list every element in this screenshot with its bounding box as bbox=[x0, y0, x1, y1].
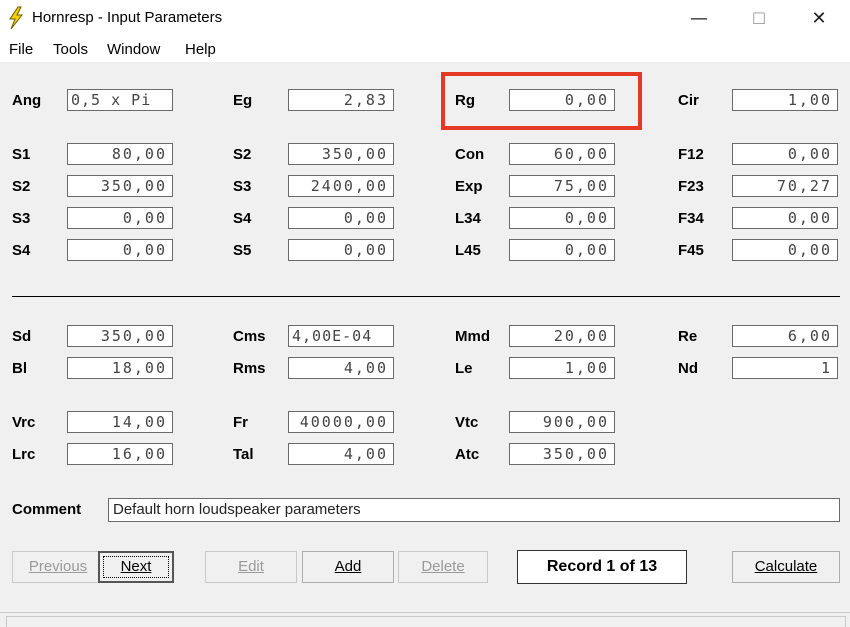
param-field-atc[interactable]: 350,00 bbox=[509, 443, 615, 465]
param-field-vtc[interactable]: 900,00 bbox=[509, 411, 615, 433]
param-field-s4-b[interactable]: 0,00 bbox=[67, 239, 173, 261]
param-field-vrc[interactable]: 14,00 bbox=[67, 411, 173, 433]
status-bar bbox=[0, 612, 850, 627]
param-label-atc: Atc bbox=[455, 446, 480, 463]
close-button[interactable]: ✕ bbox=[796, 0, 842, 36]
param-label-cms: Cms bbox=[233, 328, 266, 345]
param-label-fr: Fr bbox=[233, 414, 248, 431]
calculate-button[interactable]: Calculate bbox=[732, 551, 840, 583]
next-button[interactable]: Next bbox=[98, 551, 174, 583]
param-field-f34[interactable]: 0,00 bbox=[732, 207, 838, 229]
param-label-vrc: Vrc bbox=[12, 414, 36, 431]
status-panel bbox=[6, 616, 846, 627]
param-field-s1[interactable]: 80,00 bbox=[67, 143, 173, 165]
param-field-sd[interactable]: 350,00 bbox=[67, 325, 173, 347]
param-field-s2-a[interactable]: 350,00 bbox=[288, 143, 394, 165]
param-label-le: Le bbox=[455, 360, 473, 377]
param-field-bl[interactable]: 18,00 bbox=[67, 357, 173, 379]
menu-tools[interactable]: Tools bbox=[53, 41, 88, 58]
param-label-f23: F23 bbox=[678, 178, 704, 195]
previous-button[interactable]: Previous bbox=[12, 551, 104, 583]
record-indicator: Record 1 of 13 bbox=[517, 550, 687, 584]
menu-help[interactable]: Help bbox=[185, 41, 216, 58]
param-field-f45[interactable]: 0,00 bbox=[732, 239, 838, 261]
param-field-s2-b[interactable]: 350,00 bbox=[67, 175, 173, 197]
param-label-s5: S5 bbox=[233, 242, 252, 259]
param-label-tal: Tal bbox=[233, 446, 254, 463]
param-label-s3-a: S3 bbox=[233, 178, 252, 195]
param-label-l34: L34 bbox=[455, 210, 481, 227]
param-field-l34[interactable]: 0,00 bbox=[509, 207, 615, 229]
param-label-f34: F34 bbox=[678, 210, 704, 227]
param-field-exp[interactable]: 75,00 bbox=[509, 175, 615, 197]
param-field-nd[interactable]: 1 bbox=[732, 357, 838, 379]
param-field-s3-a[interactable]: 2400,00 bbox=[288, 175, 394, 197]
param-label-ang: Ang bbox=[12, 92, 42, 109]
param-field-s3-b[interactable]: 0,00 bbox=[67, 207, 173, 229]
param-label-s4-b: S4 bbox=[12, 242, 31, 259]
minimize-button[interactable]: — bbox=[676, 0, 722, 36]
param-field-fr[interactable]: 40000,00 bbox=[288, 411, 394, 433]
param-field-l45[interactable]: 0,00 bbox=[509, 239, 615, 261]
param-label-nd: Nd bbox=[678, 360, 698, 377]
previous-button-label: Previous bbox=[28, 558, 88, 575]
param-field-eg[interactable]: 2,83 bbox=[288, 89, 394, 111]
param-label-f45: F45 bbox=[678, 242, 704, 259]
param-label-cir: Cir bbox=[678, 92, 699, 109]
param-label-s2-a: S2 bbox=[233, 146, 252, 163]
param-label-vtc: Vtc bbox=[455, 414, 479, 431]
comment-input[interactable]: Default horn loudspeaker parameters bbox=[108, 498, 840, 522]
param-field-lrc[interactable]: 16,00 bbox=[67, 443, 173, 465]
param-label-l45: L45 bbox=[455, 242, 481, 259]
param-label-s1: S1 bbox=[12, 146, 31, 163]
add-button-label: Add bbox=[334, 558, 362, 575]
param-field-re[interactable]: 6,00 bbox=[732, 325, 838, 347]
edit-button-label: Edit bbox=[238, 558, 264, 575]
comment-label: Comment bbox=[12, 501, 82, 518]
param-label-s3-b: S3 bbox=[12, 210, 31, 227]
param-label-mmd: Mmd bbox=[455, 328, 490, 345]
lightning-app-icon bbox=[9, 6, 24, 30]
param-label-lrc: Lrc bbox=[12, 446, 36, 463]
highlight-box bbox=[441, 72, 642, 130]
param-label-sd: Sd bbox=[12, 328, 32, 345]
param-field-f12[interactable]: 0,00 bbox=[732, 143, 838, 165]
param-label-eg: Eg bbox=[233, 92, 253, 109]
section-divider bbox=[12, 296, 840, 297]
menu-file[interactable]: File bbox=[9, 41, 33, 58]
menu-bar: File Tools Window Help bbox=[0, 36, 850, 62]
param-label-f12: F12 bbox=[678, 146, 704, 163]
param-field-le[interactable]: 1,00 bbox=[509, 357, 615, 379]
param-field-f23[interactable]: 70,27 bbox=[732, 175, 838, 197]
delete-button[interactable]: Delete bbox=[398, 551, 488, 583]
focus-rect bbox=[103, 556, 169, 578]
calculate-button-label: Calculate bbox=[754, 558, 818, 575]
param-field-rms[interactable]: 4,00 bbox=[288, 357, 394, 379]
param-field-cir[interactable]: 1,00 bbox=[732, 89, 838, 111]
param-field-s5[interactable]: 0,00 bbox=[288, 239, 394, 261]
param-label-exp: Exp bbox=[455, 178, 483, 195]
edit-button[interactable]: Edit bbox=[205, 551, 297, 583]
menu-window[interactable]: Window bbox=[107, 41, 160, 58]
param-field-mmd[interactable]: 20,00 bbox=[509, 325, 615, 347]
delete-button-label: Delete bbox=[421, 558, 465, 575]
param-field-tal[interactable]: 4,00 bbox=[288, 443, 394, 465]
window-title: Hornresp - Input Parameters bbox=[32, 9, 223, 26]
param-label-s2-b: S2 bbox=[12, 178, 31, 195]
param-label-rms: Rms bbox=[233, 360, 266, 377]
title-bar: Hornresp - Input Parameters — ☐ ✕ bbox=[0, 0, 850, 36]
maximize-button[interactable]: ☐ bbox=[736, 0, 782, 36]
add-button[interactable]: Add bbox=[302, 551, 394, 583]
param-field-cms[interactable]: 4,00E-04 bbox=[288, 325, 394, 347]
param-field-con[interactable]: 60,00 bbox=[509, 143, 615, 165]
param-field-ang[interactable]: 0,5 x Pi bbox=[67, 89, 173, 111]
param-field-s4-a[interactable]: 0,00 bbox=[288, 207, 394, 229]
param-label-s4-a: S4 bbox=[233, 210, 252, 227]
param-label-con: Con bbox=[455, 146, 485, 163]
param-label-re: Re bbox=[678, 328, 698, 345]
param-label-bl: Bl bbox=[12, 360, 27, 377]
